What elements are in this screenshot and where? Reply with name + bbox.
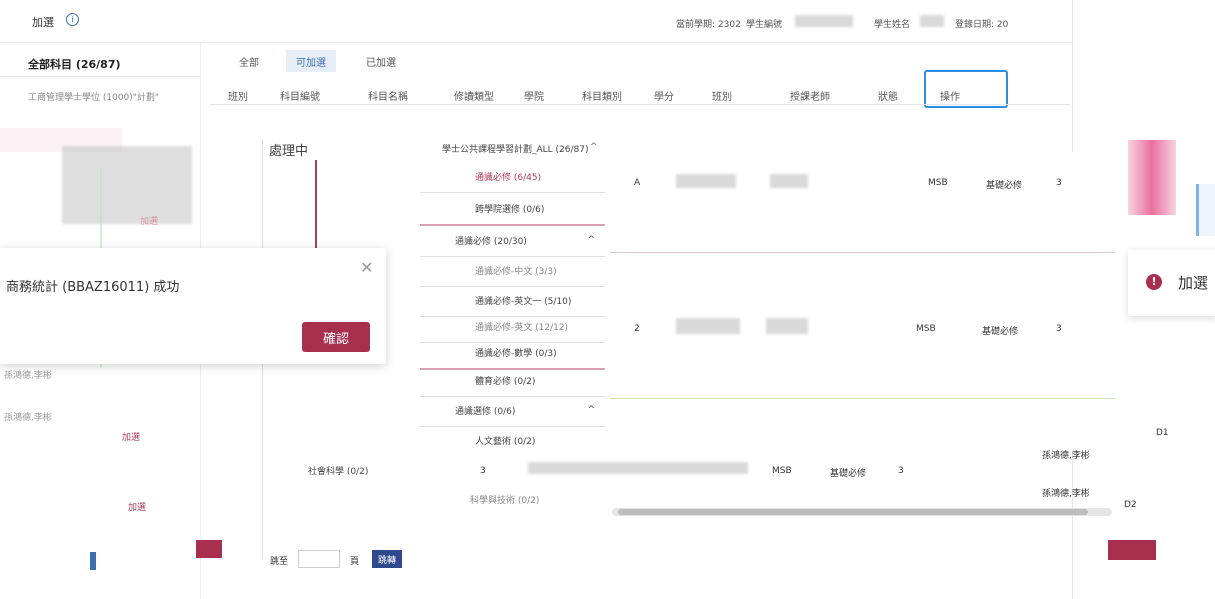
col-school: 學院 (524, 92, 544, 103)
ghost-add-label-3: 加選 (128, 503, 147, 513)
row-2-category: 基礎必修 (982, 327, 1019, 337)
student-id-value (795, 15, 853, 27)
row-1-school: MSB (928, 178, 948, 188)
row-1-category: 基礎必修 (986, 181, 1023, 191)
tree-item-label: 通識必修-數學 (0/3) (475, 348, 557, 359)
chevron-up-icon[interactable]: ^ (587, 235, 595, 245)
chevron-up-icon[interactable]: ^ (587, 405, 595, 415)
confirm-button[interactable]: 確認 (302, 322, 370, 352)
tree-item-general-required[interactable]: 通識必修 (6/45) (420, 160, 605, 193)
ghost-teacher-1: 孫鴻德,李彬 (4, 371, 52, 381)
student-name-value (920, 15, 944, 27)
row-3-school: MSB (772, 466, 792, 476)
col-study-type: 修讀類型 (454, 92, 494, 103)
tree-root[interactable]: 學士公共課程學習計劃_ALL (26/87) (442, 142, 589, 155)
tree-item-label: 跨學院選修 (0/6) (475, 204, 545, 215)
col-course-name: 科目名稱 (368, 92, 408, 103)
side-label-d1: D1 (1156, 428, 1169, 438)
tree-item-social[interactable]: 社會科學 (0/2) (308, 464, 368, 477)
tree-item-label: 體育必修 (0/2) (475, 376, 536, 387)
row-3-category: 基礎必修 (830, 469, 867, 479)
term-label: 當前學期: 2302 (676, 20, 741, 30)
tab-available[interactable]: 可加選 (286, 50, 336, 72)
col-credits: 學分 (654, 92, 674, 103)
col-teacher: 授課老師 (790, 92, 830, 103)
row-3-num: 3 (480, 466, 486, 476)
row-2-credits: 3 (1056, 324, 1062, 334)
ghost-add-label: 加選 (140, 217, 159, 227)
course-table: A MSB 基礎必修 3 2 MSB 基礎必修 3 (610, 152, 1115, 452)
plan-item[interactable]: 工商管理學士學位 (1000)"計劃" (28, 90, 159, 103)
success-dialog: 商務統計 (BBAZ16011) 成功 ✕ 確認 (0, 248, 386, 364)
teacher-right-2: 孫鴻德,李彬 (1042, 489, 1090, 499)
row-3-credits: 3 (898, 466, 904, 476)
tree-item-general-core[interactable]: 通識必修 (20/30) ^ (420, 224, 605, 257)
info-circle-icon[interactable]: i (66, 13, 79, 26)
tree-item-science[interactable]: 科學與技術 (0/2) (470, 493, 539, 506)
tree-item-label: 通識選修 (0/6) (455, 406, 516, 417)
student-id-label: 學生編號 (746, 20, 783, 30)
col-category: 科目類別 (582, 92, 622, 103)
pagination: 跳至 頁 跳轉 (0, 540, 420, 580)
tree-item-chinese[interactable]: 通識必修-中文 (3/3) (420, 254, 605, 287)
row-2-school: MSB (916, 324, 936, 334)
col-class: 班別 (228, 92, 248, 103)
horizontal-scrollbar[interactable] (612, 508, 1112, 516)
bottom-right-accent (1108, 540, 1156, 560)
student-name-label: 學生姓名 (874, 20, 911, 30)
col-action: 操作 (940, 92, 960, 103)
tree-item-cross-elective[interactable]: 跨學院選修 (0/6) (420, 192, 605, 226)
page-unit: 頁 (350, 557, 360, 567)
page-input[interactable] (298, 550, 340, 568)
tree-item-label: 通識必修-英文 (12/12) (475, 322, 569, 333)
tab-all[interactable]: 全部 (228, 50, 270, 72)
pink-bar-stack (1128, 140, 1176, 215)
toast-message: 加選 (1178, 274, 1209, 292)
teacher-right-1: 孫鴻德,李彬 (1042, 451, 1090, 461)
tree-item-label: 人文藝術 (0/2) (475, 436, 536, 447)
processing-label: 處理中 (269, 144, 309, 159)
tree-item-label: 通識必修 (20/30) (455, 236, 527, 247)
go-button[interactable]: 跳轉 (372, 550, 402, 568)
login-date-label: 登錄日期: 20 (955, 20, 1009, 30)
tree-item-label: 通識必修 (6/45) (475, 172, 542, 183)
row-1-num: A (634, 178, 641, 188)
tree-item-pe[interactable]: 體育必修 (0/2) (420, 364, 605, 397)
ghost-add-label-2: 加選 (122, 433, 141, 443)
col-course-code: 科目編號 (280, 92, 320, 103)
row-1-credits: 3 (1056, 178, 1062, 188)
col-status: 狀態 (878, 92, 898, 103)
tree-item-general-elective[interactable]: 通識選修 (0/6) ^ (420, 394, 605, 427)
tab-added[interactable]: 已加選 (356, 50, 406, 72)
tree-item-label: 通識必修-中文 (3/3) (475, 266, 557, 277)
dialog-message: 商務統計 (BBAZ16011) 成功 (6, 280, 180, 295)
col-action-highlight (924, 70, 1008, 108)
header-bar: 加選 i 當前學期: 2302 學生編號 學生姓名 登錄日期: 20 (0, 0, 1072, 43)
toast: ! 加選 (1128, 250, 1215, 316)
close-icon[interactable]: ✕ (360, 258, 373, 277)
ghost-teacher-2: 孫鴻德,李彬 (4, 413, 52, 423)
exclamation-circle-icon: ! (1146, 274, 1162, 290)
side-label-d2: D2 (1124, 500, 1137, 510)
row-2-num: 2 (634, 324, 640, 334)
chevron-up-icon[interactable]: ^ (590, 142, 598, 152)
jump-label: 跳至 (270, 557, 289, 567)
blue-tag-stack (1196, 184, 1215, 236)
left-panel-title: 全部科目 (26/87) (28, 58, 121, 71)
page-title: 加選 (32, 16, 54, 29)
col-section: 班別 (712, 92, 732, 103)
tree-item-label: 通識必修-英文一 (5/10) (475, 296, 572, 307)
tree-item-humanities[interactable]: 人文藝術 (0/2) (420, 424, 605, 456)
